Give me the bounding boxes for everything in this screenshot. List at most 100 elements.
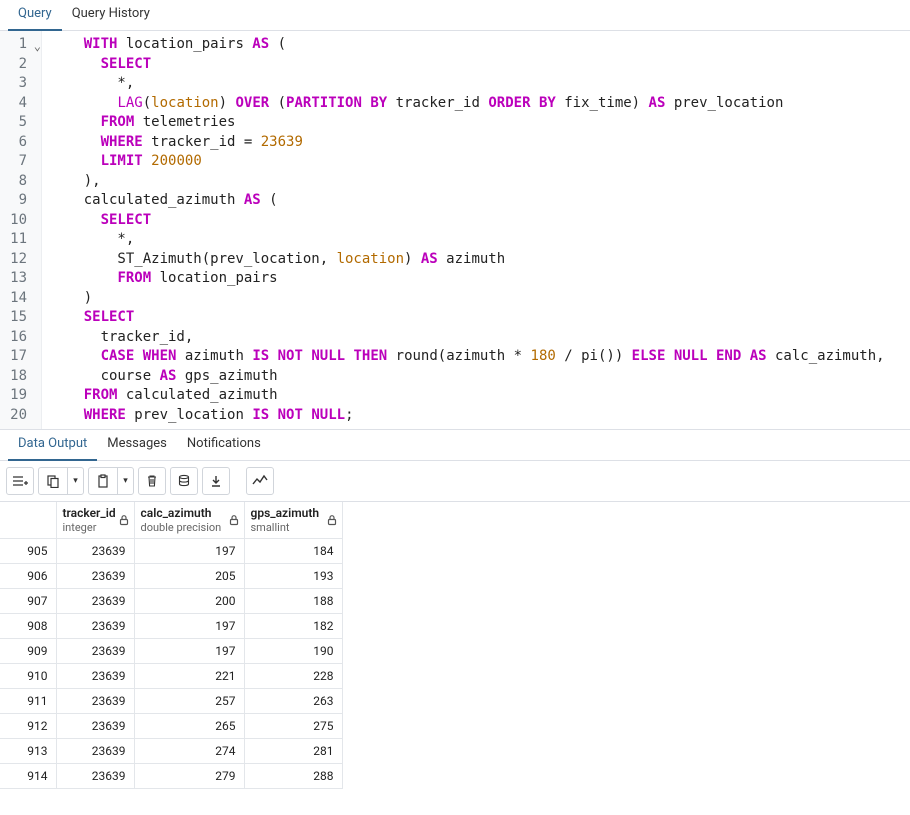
- cell[interactable]: 23639: [56, 564, 134, 589]
- column-type: smallint: [251, 521, 290, 534]
- tab-messages[interactable]: Messages: [97, 430, 177, 460]
- code-line[interactable]: FROM telemetries: [50, 113, 885, 133]
- cell[interactable]: 275: [244, 714, 342, 739]
- row-number[interactable]: 905: [0, 539, 56, 564]
- cell[interactable]: 23639: [56, 689, 134, 714]
- tab-notifications[interactable]: Notifications: [177, 430, 271, 460]
- gutter-line: 11: [0, 230, 41, 250]
- table-row[interactable]: 91223639265275: [0, 714, 342, 739]
- column-header[interactable]: tracker_idinteger: [56, 502, 134, 539]
- paste-icon: [96, 474, 110, 488]
- cell[interactable]: 281: [244, 739, 342, 764]
- row-number[interactable]: 907: [0, 589, 56, 614]
- code-line[interactable]: *,: [50, 230, 885, 250]
- tab-data-output[interactable]: Data Output: [8, 430, 97, 461]
- chart-line-icon: [252, 474, 268, 488]
- table-row[interactable]: 90723639200188: [0, 589, 342, 614]
- row-number[interactable]: 906: [0, 564, 56, 589]
- row-number[interactable]: 911: [0, 689, 56, 714]
- table-row[interactable]: 91423639279288: [0, 764, 342, 789]
- cell[interactable]: 197: [134, 614, 244, 639]
- cell[interactable]: 205: [134, 564, 244, 589]
- gutter-line: 16: [0, 328, 41, 348]
- cell[interactable]: 279: [134, 764, 244, 789]
- code-line[interactable]: SELECT: [50, 308, 885, 328]
- code-line[interactable]: *,: [50, 74, 885, 94]
- table-row[interactable]: 90523639197184: [0, 539, 342, 564]
- cell[interactable]: 188: [244, 589, 342, 614]
- code-line[interactable]: course AS gps_azimuth: [50, 367, 885, 387]
- cell[interactable]: 190: [244, 639, 342, 664]
- cell[interactable]: 23639: [56, 739, 134, 764]
- cell[interactable]: 288: [244, 764, 342, 789]
- sql-editor[interactable]: 1⌄234567891011121314151617181920 WITH lo…: [0, 31, 910, 430]
- code-line[interactable]: SELECT: [50, 55, 885, 75]
- cell[interactable]: 184: [244, 539, 342, 564]
- cell[interactable]: 193: [244, 564, 342, 589]
- code-line[interactable]: ),: [50, 172, 885, 192]
- table-row[interactable]: 90823639197182: [0, 614, 342, 639]
- row-number[interactable]: 908: [0, 614, 56, 639]
- cell[interactable]: 228: [244, 664, 342, 689]
- gutter-line: 14: [0, 289, 41, 309]
- cell[interactable]: 197: [134, 539, 244, 564]
- code-line[interactable]: ST_Azimuth(prev_location, location) AS a…: [50, 250, 885, 270]
- cell[interactable]: 265: [134, 714, 244, 739]
- cell[interactable]: 221: [134, 664, 244, 689]
- cell[interactable]: 23639: [56, 664, 134, 689]
- column-header[interactable]: calc_azimuthdouble precision: [134, 502, 244, 539]
- code-line[interactable]: FROM calculated_azimuth: [50, 386, 885, 406]
- chevron-down-icon[interactable]: ▾: [67, 468, 83, 494]
- table-row[interactable]: 90623639205193: [0, 564, 342, 589]
- code-line[interactable]: tracker_id,: [50, 328, 885, 348]
- code-line[interactable]: ): [50, 289, 885, 309]
- editor-code[interactable]: WITH location_pairs AS ( SELECT *, LAG(l…: [42, 31, 885, 429]
- column-type: integer: [63, 521, 97, 534]
- gutter-line: 8: [0, 172, 41, 192]
- table-row[interactable]: 90923639197190: [0, 639, 342, 664]
- table-row[interactable]: 91323639274281: [0, 739, 342, 764]
- cell[interactable]: 23639: [56, 589, 134, 614]
- gutter-line: 10: [0, 211, 41, 231]
- cell[interactable]: 197: [134, 639, 244, 664]
- code-line[interactable]: LIMIT 200000: [50, 152, 885, 172]
- code-line[interactable]: FROM location_pairs: [50, 269, 885, 289]
- code-line[interactable]: WHERE tracker_id = 23639: [50, 133, 885, 153]
- cell[interactable]: 274: [134, 739, 244, 764]
- cell[interactable]: 23639: [56, 614, 134, 639]
- code-line[interactable]: SELECT: [50, 211, 885, 231]
- code-line[interactable]: CASE WHEN azimuth IS NOT NULL THEN round…: [50, 347, 885, 367]
- download-button[interactable]: [202, 467, 230, 495]
- cell[interactable]: 23639: [56, 639, 134, 664]
- graph-visualizer-button[interactable]: [246, 467, 274, 495]
- cell[interactable]: 182: [244, 614, 342, 639]
- paste-button[interactable]: ▾: [88, 467, 134, 495]
- row-number[interactable]: 910: [0, 664, 56, 689]
- add-row-button[interactable]: [6, 467, 34, 495]
- table-row[interactable]: 91023639221228: [0, 664, 342, 689]
- tab-query-history[interactable]: Query History: [62, 0, 160, 30]
- table-row[interactable]: 91123639257263: [0, 689, 342, 714]
- chevron-down-icon[interactable]: ▾: [117, 468, 133, 494]
- save-data-button[interactable]: [170, 467, 198, 495]
- row-number[interactable]: 909: [0, 639, 56, 664]
- lock-icon: [229, 515, 239, 526]
- code-line[interactable]: WHERE prev_location IS NOT NULL;: [50, 406, 885, 426]
- code-line[interactable]: LAG(location) OVER (PARTITION BY tracker…: [50, 94, 885, 114]
- code-line[interactable]: WITH location_pairs AS (: [50, 35, 885, 55]
- cell[interactable]: 200: [134, 589, 244, 614]
- cell[interactable]: 23639: [56, 714, 134, 739]
- cell[interactable]: 23639: [56, 539, 134, 564]
- cell[interactable]: 257: [134, 689, 244, 714]
- tab-query[interactable]: Query: [8, 0, 62, 31]
- row-number[interactable]: 912: [0, 714, 56, 739]
- delete-button[interactable]: [138, 467, 166, 495]
- copy-button[interactable]: ▾: [38, 467, 84, 495]
- row-number[interactable]: 914: [0, 764, 56, 789]
- code-line[interactable]: calculated_azimuth AS (: [50, 191, 885, 211]
- row-number[interactable]: 913: [0, 739, 56, 764]
- cell[interactable]: 23639: [56, 764, 134, 789]
- cell[interactable]: 263: [244, 689, 342, 714]
- column-header[interactable]: gps_azimuthsmallint: [244, 502, 342, 539]
- results-grid[interactable]: tracker_idintegercalc_azimuthdouble prec…: [0, 502, 343, 789]
